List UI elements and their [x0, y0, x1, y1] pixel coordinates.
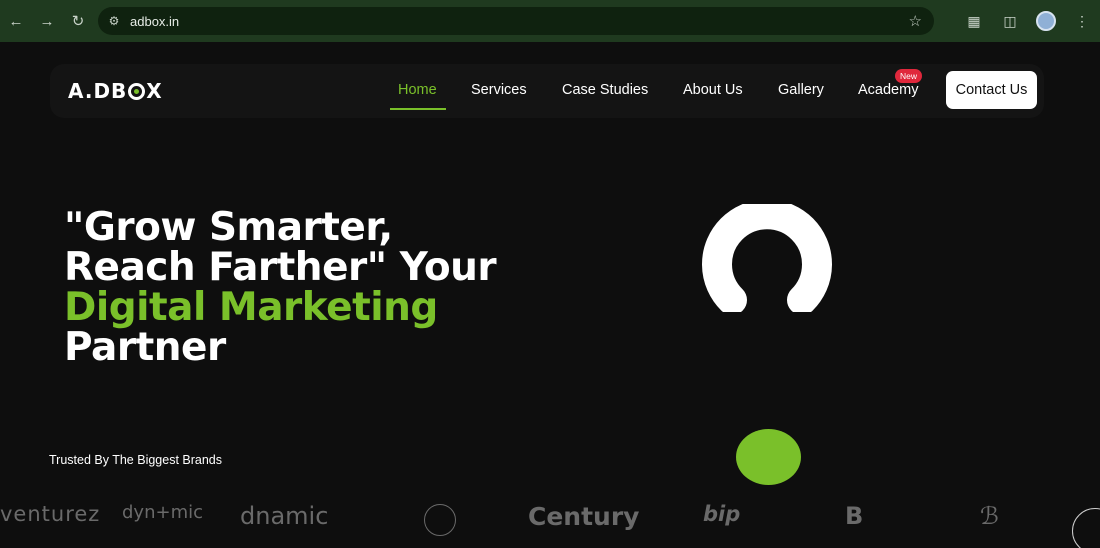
adbox-logo[interactable]: A.DB X — [68, 79, 163, 103]
brand-logo-bip: bip — [703, 502, 741, 526]
trusted-brands-heading: Trusted By The Biggest Brands — [49, 453, 223, 467]
address-bar[interactable]: ⚙ adbox.in ☆ — [98, 7, 934, 35]
brand-logo-century: Century — [528, 502, 640, 531]
brand-logo-venturez: venturez — [0, 502, 101, 526]
bookmark-star-icon[interactable]: ☆ — [909, 12, 922, 30]
hero-heading: "Grow Smarter, Reach Farther" Your Digit… — [64, 205, 497, 370]
scroll-indicator[interactable] — [1072, 508, 1100, 548]
extensions-icon[interactable]: ▦ — [962, 7, 986, 35]
nav-case-studies[interactable]: Case Studies — [562, 82, 648, 98]
back-icon[interactable]: ← — [2, 7, 30, 35]
nav-services[interactable]: Services — [471, 82, 527, 98]
site-info-icon[interactable]: ⚙ — [106, 13, 122, 29]
browser-toolbar: ← → ↻ ⚙ adbox.in ☆ ▦ ◫ ⋮ — [0, 0, 1100, 42]
hero-line-4: Partner — [64, 325, 226, 370]
nav-about-us[interactable]: About Us — [683, 82, 743, 98]
brand-logo-dynmic: dyn+mic — [122, 502, 203, 523]
green-blob — [736, 429, 801, 485]
brand-logo-dnamic: dnamic — [240, 502, 329, 530]
browser-actions: ▦ ◫ ⋮ — [962, 7, 1094, 35]
nav-gallery[interactable]: Gallery — [778, 82, 824, 98]
brand-logo-circle-icon — [424, 504, 456, 536]
browser-nav-buttons: ← → ↻ — [2, 7, 92, 35]
cast-icon[interactable]: ◫ — [998, 7, 1022, 35]
profile-avatar[interactable] — [1034, 7, 1058, 35]
nav-academy[interactable]: Academy — [858, 82, 918, 98]
site-navbar: A.DB X Home Services Case Studies About U… — [50, 64, 1044, 118]
url-text[interactable]: adbox.in — [130, 14, 179, 29]
contact-us-button[interactable]: Contact Us — [946, 71, 1037, 109]
logo-o-icon — [128, 83, 146, 100]
new-badge: New — [895, 69, 923, 83]
avatar[interactable] — [1036, 11, 1056, 31]
active-nav-underline — [390, 108, 446, 110]
forward-icon[interactable]: → — [33, 7, 61, 35]
loading-ring-icon — [702, 204, 832, 312]
brand-logo-b: B — [845, 502, 864, 530]
web-page: A.DB X Home Services Case Studies About U… — [0, 42, 1100, 548]
kebab-menu-icon[interactable]: ⋮ — [1070, 7, 1094, 35]
hero-line-3-accent: Digital Marketing — [64, 285, 438, 330]
hero-line-1: "Grow Smarter, — [64, 205, 393, 250]
nav-home[interactable]: Home — [398, 82, 437, 98]
reload-icon[interactable]: ↻ — [64, 7, 92, 35]
hero-line-2: Reach Farther" Your — [64, 245, 497, 290]
brand-logo-monogram-icon: ℬ — [980, 502, 999, 530]
